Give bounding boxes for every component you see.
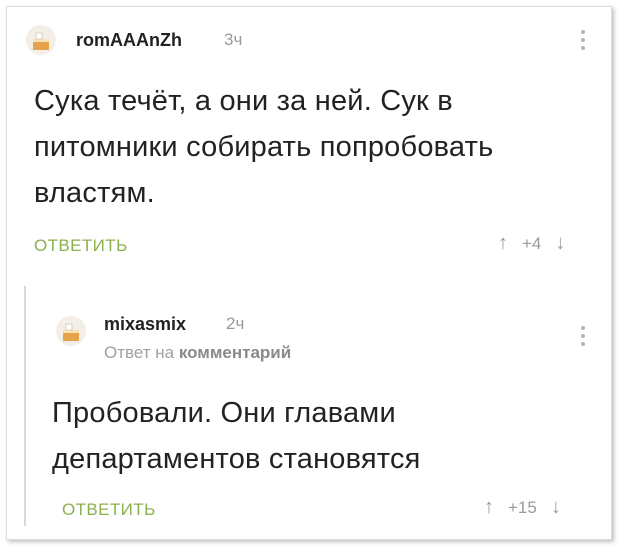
- avatar[interactable]: [56, 316, 86, 346]
- vote-controls: ↑ +4 ↓: [498, 232, 565, 255]
- comment-text: Пробовали. Они главами департаментов ста…: [52, 397, 421, 475]
- avatar[interactable]: [26, 25, 56, 55]
- reply-prefix: Ответ на: [104, 343, 175, 362]
- arrow-down-icon[interactable]: ↓: [555, 232, 565, 255]
- timestamp: 2ч: [226, 314, 245, 333]
- more-options-icon[interactable]: [580, 30, 586, 54]
- timestamp: 3ч: [224, 30, 243, 49]
- thread-line: [24, 286, 26, 526]
- vote-controls: ↑ +15 ↓: [484, 496, 561, 519]
- arrow-down-icon[interactable]: ↓: [551, 496, 561, 519]
- more-options-icon[interactable]: [580, 326, 586, 350]
- reply-button[interactable]: ОТВЕТИТЬ: [34, 236, 128, 256]
- username[interactable]: mixasmix: [104, 314, 186, 335]
- arrow-up-icon[interactable]: ↑: [498, 232, 508, 255]
- score: +15: [508, 497, 537, 517]
- comment-text: Сука течёт, а они за ней. Сук в питомник…: [34, 85, 494, 209]
- score: +4: [522, 233, 542, 253]
- reply-to: Ответ на комментарий: [104, 343, 291, 363]
- arrow-up-icon[interactable]: ↑: [484, 496, 494, 519]
- cake-icon: [33, 32, 49, 50]
- username[interactable]: romAAAnZh: [76, 30, 182, 51]
- cake-icon: [63, 323, 79, 341]
- reply-button[interactable]: ОТВЕТИТЬ: [62, 500, 156, 520]
- reply-target-link[interactable]: комментарий: [179, 343, 291, 362]
